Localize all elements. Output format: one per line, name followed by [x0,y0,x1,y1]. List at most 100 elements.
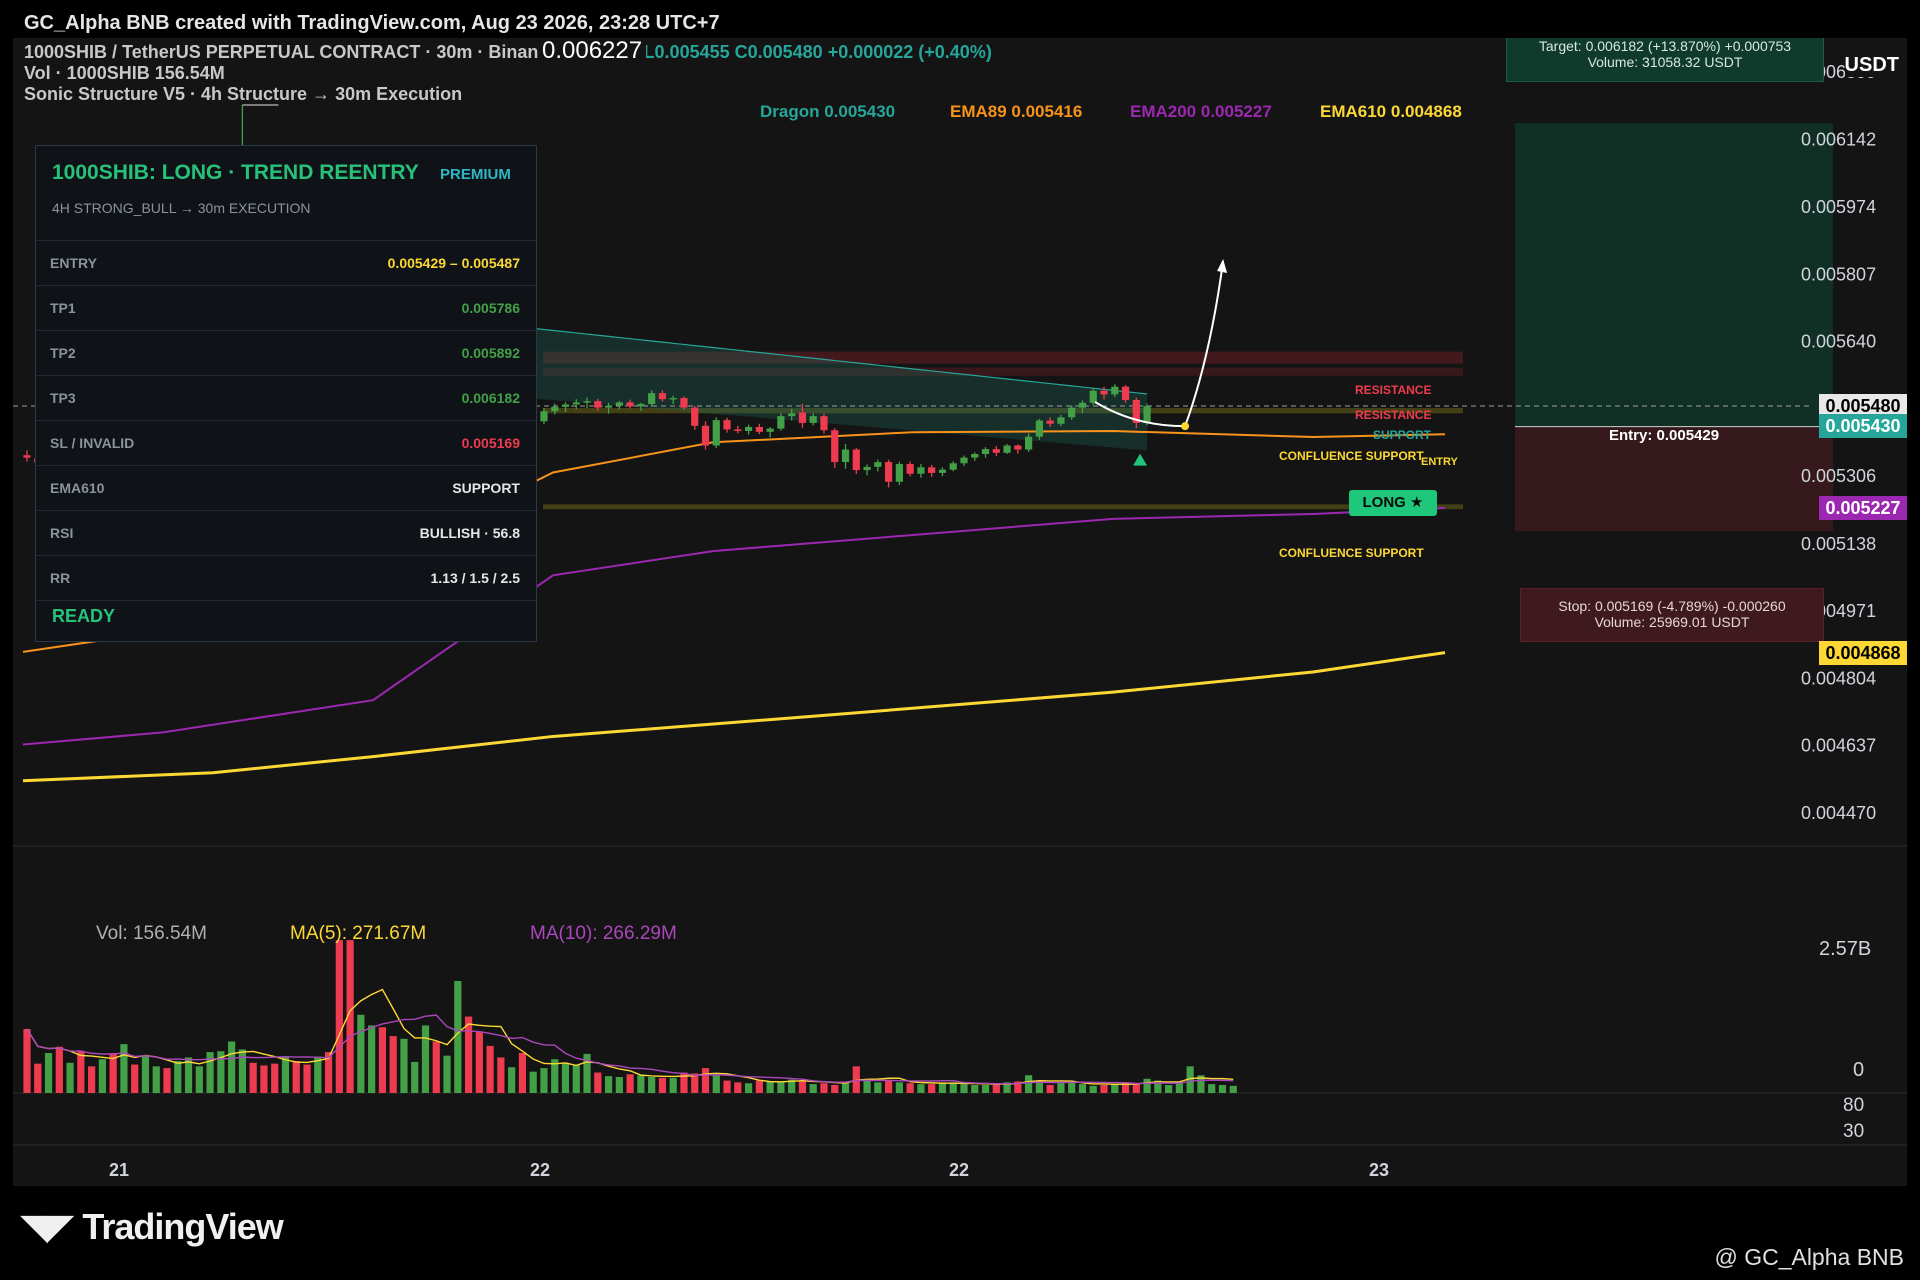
ema-legend-ema89: EMA89 0.005416 [950,102,1083,121]
volume-bar [561,1062,570,1093]
volume-bar [443,1055,451,1093]
rsi-axis-80: 80 [1843,1095,1865,1116]
signal-row-value: SUPPORT [452,480,520,496]
candle-body [906,464,914,474]
volume-bar [335,940,343,1093]
volume-bar [831,1085,839,1093]
volume-bar [669,1077,677,1093]
time-axis-tick: 21 [109,1160,129,1180]
signal-row-value: 0.005169 [461,435,520,451]
volume-bar [195,1066,203,1093]
price-axis-tick: 0.005807 [1801,264,1876,284]
target-line: Target: 0.006182 (+13.870%) +0.000753 [1538,38,1792,54]
candle-body [1035,420,1043,437]
signal-row: TP2 0.005892 [36,331,536,376]
candle-body [594,401,602,408]
volume-bar [928,1084,936,1093]
volume-bar [895,1082,903,1093]
signal-row: EMA610 SUPPORT [36,466,536,511]
tradingview-logo[interactable]: ◥◤ TradingView [20,1206,284,1248]
chart-frame[interactable]: 0.006309 0.006142 0.005974 0.005807 0.005640… [13,38,1907,1186]
volume-bar [906,1083,914,1093]
target-volume: Volume: 31058.32 USDT [1587,54,1743,70]
volume-bar [475,1031,483,1093]
volume-legend-ma5: MA(5): 271.67M [290,923,427,944]
price-axis-tick: 0.005306 [1801,466,1876,486]
candle-body [981,449,990,454]
volume-bar [648,1077,656,1093]
volume-axis-max: 2.57B [1819,938,1872,960]
candle-body [971,453,979,458]
volume-bar [1025,1075,1033,1093]
candle-body [540,411,548,422]
resistance-label-1: RESISTANCE [1355,383,1432,397]
candle-body [1068,407,1076,418]
legend-symbol: 1000SHIB / TetherUS PERPETUAL CONTRACT ·… [24,42,992,63]
volume-legend-vol: Vol: 156.54M [96,923,207,944]
candle-body [744,426,753,432]
candle-body [583,401,591,403]
price-tag: 0.005227 [1819,495,1907,520]
volume-bar [960,1084,968,1093]
price-tag: 0.005430 [1819,414,1907,439]
resistance-label-2: RESISTANCE [1355,408,1432,422]
header-title: GC_Alpha BNB created with TradingView.co… [24,12,720,34]
signal-row: ENTRY 0.005429 – 0.005487 [36,241,536,286]
confluence-support-label-2: CONFLUENCE SUPPORT [1279,546,1424,560]
candle-body [798,412,807,423]
candle-body [1014,445,1022,450]
candle-body [863,466,871,471]
signal-row: TP3 0.006182 [36,376,536,421]
candle-body [712,420,720,446]
volume-bar [400,1038,408,1093]
candle-body [1121,386,1130,400]
long-signal-badge[interactable]: LONG ★ [1349,490,1437,516]
signal-subtitle: 4H STRONG_BULL → 30m EXECUTION [52,200,311,216]
volume-bar [292,1061,300,1093]
entry-label: Entry: 0.005429 [1609,427,1720,444]
price-tag: 0.004868 [1819,640,1907,665]
volume-bar [314,1056,322,1093]
signal-row-label: TP2 [50,345,76,361]
candle-body [604,405,613,408]
volume-bar [938,1082,947,1093]
volume-bar [238,1049,246,1093]
candle-body [1078,402,1087,408]
volume-bar [1208,1084,1216,1093]
price-axis-tick: 0.004804 [1801,668,1876,688]
legend-volume: Vol · 1000SHIB 156.54M [24,63,225,83]
volume-bar [1046,1085,1054,1093]
volume-bar [1229,1085,1237,1093]
signal-rows: ENTRY 0.005429 – 0.005487 TP1 0.005786 TP2 0.… [36,241,536,601]
volume-bar [658,1077,667,1093]
volume-bar [777,1081,785,1093]
volume-bar [809,1084,817,1093]
volume-bar [163,1068,171,1093]
volume-bar [131,1064,139,1093]
signal-row: RSI BULLISH · 56.8 [36,511,536,556]
signal-row-label: ENTRY [50,255,97,271]
volume-bar [637,1075,645,1093]
volume-bar [55,1046,63,1093]
signal-row-value: BULLISH · 56.8 [419,525,520,541]
candle-body [895,464,903,482]
candle-body [820,416,828,431]
volume-bar [572,1065,580,1093]
candle-body [992,449,1000,453]
signal-row-label: RR [50,570,71,586]
candle-body [734,429,742,432]
volume-bar [594,1072,602,1093]
high-marker-label: 0.006227 [538,38,647,65]
projection-arrowhead [1217,259,1228,274]
volume-bar [1175,1082,1183,1093]
candle-body [572,402,580,405]
volume-bar [508,1067,516,1093]
volume-bar [885,1080,893,1093]
volume-bar [357,1014,365,1093]
volume-bar [303,1064,311,1093]
ema-legend-ema610: EMA610 0.004868 [1320,102,1462,121]
volume-bar [66,1062,74,1093]
candle-body [809,416,817,423]
candle-body [960,457,968,464]
candle-body [938,469,947,473]
